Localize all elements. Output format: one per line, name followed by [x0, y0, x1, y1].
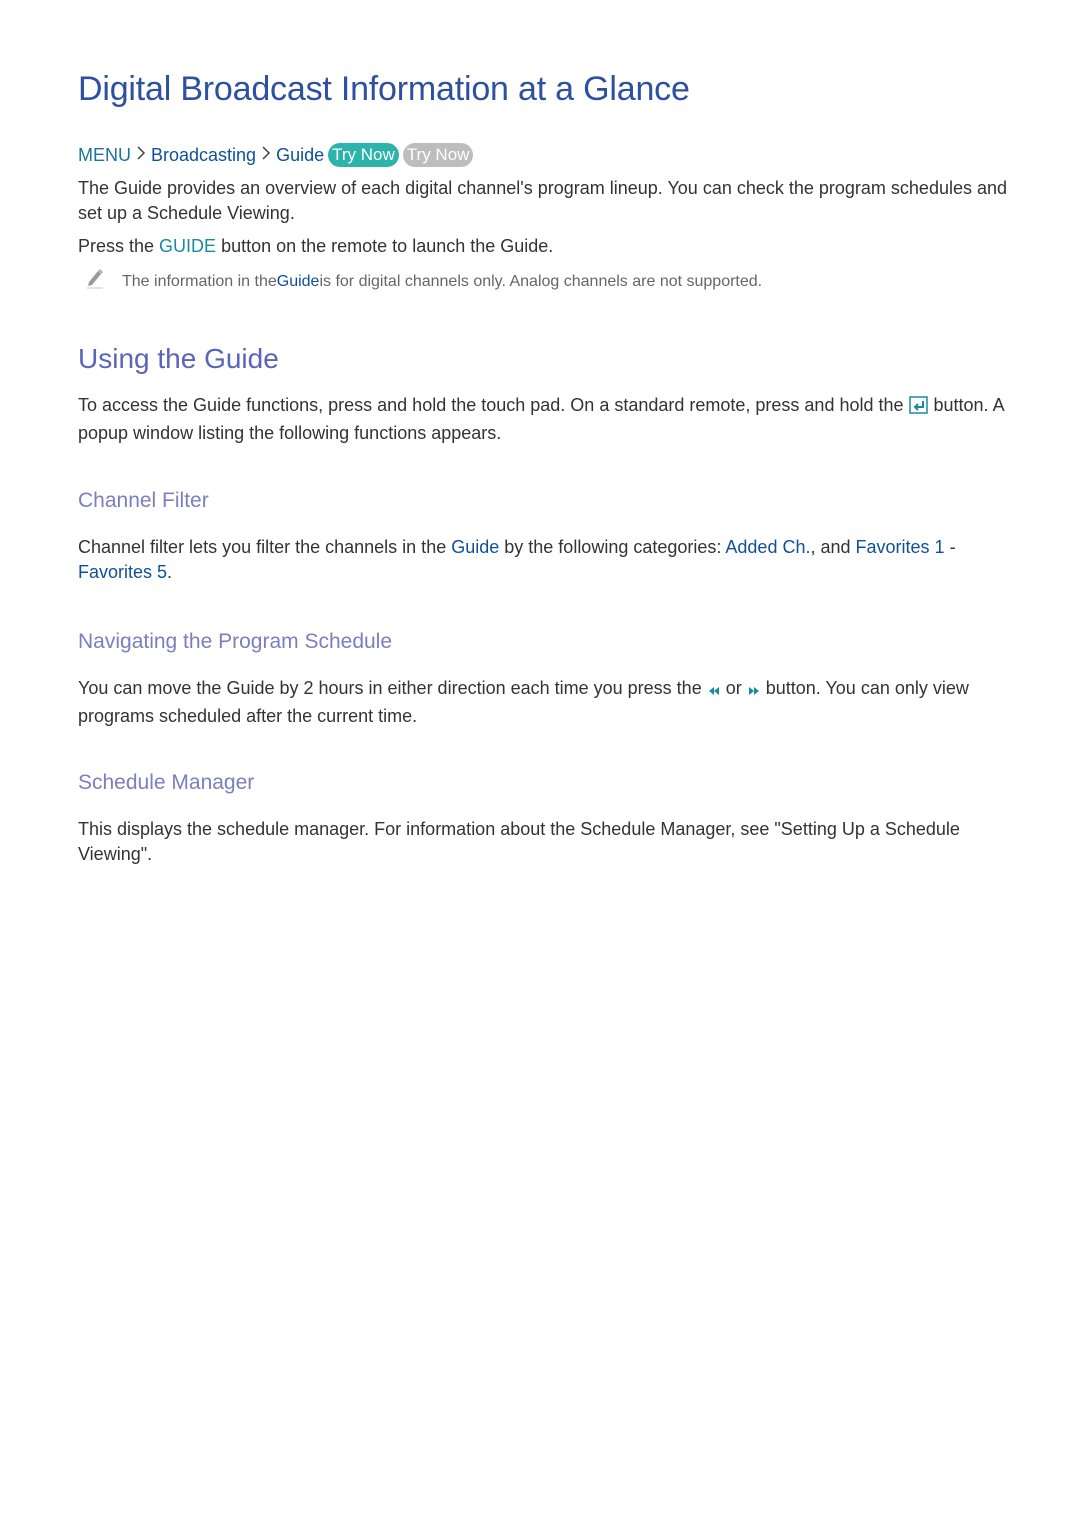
try-now-button-disabled[interactable]: Try Now: [402, 143, 474, 167]
chevron-right-icon: [256, 145, 276, 165]
subheading-schedule-manager: Schedule Manager: [78, 771, 255, 794]
enter-button-icon: [908, 396, 929, 421]
breadcrumb-broadcasting[interactable]: Broadcasting: [151, 145, 256, 166]
schedule-manager-paragraph: This displays the schedule manager. For …: [78, 819, 960, 864]
breadcrumb: MENU Broadcasting Guide Try Now Try Now: [78, 143, 474, 167]
section-heading-using-guide: Using the Guide: [78, 343, 279, 374]
page-title: Digital Broadcast Information at a Glanc…: [78, 70, 690, 108]
text: .: [167, 562, 173, 582]
text: , and: [810, 537, 856, 557]
subheading-channel-filter: Channel Filter: [78, 489, 209, 512]
try-now-button[interactable]: Try Now: [328, 143, 399, 167]
favorites-5-link[interactable]: Favorites 5: [78, 562, 167, 582]
text: To access the Guide functions, press and…: [78, 395, 909, 415]
navigating-paragraph: You can move the Guide by 2 hours in eit…: [78, 676, 1008, 729]
text: Channel filter lets you filter the chann…: [78, 537, 452, 557]
text: You can move the Guide by 2 hours in eit…: [78, 678, 707, 698]
fast-forward-icon: [747, 679, 761, 704]
note-text: The information in the: [122, 273, 277, 290]
note-text: is for digital channels only. Analog cha…: [319, 273, 763, 290]
text: or: [720, 678, 747, 698]
text: Press the: [78, 236, 160, 256]
favorites-1-link[interactable]: Favorites 1: [856, 537, 945, 557]
guide-link[interactable]: Guide: [451, 537, 499, 557]
note: The information in the Guide is for digi…: [78, 269, 763, 293]
text: button on the remote to launch the Guide…: [216, 236, 554, 256]
rewind-icon: [707, 679, 721, 704]
guide-button-paragraph: Press the GUIDE button on the remote to …: [78, 234, 1008, 259]
note-guide-link[interactable]: Guide: [277, 273, 320, 291]
pencil-icon: [78, 269, 122, 293]
text: -: [944, 537, 956, 557]
breadcrumb-guide[interactable]: Guide: [276, 145, 324, 166]
added-ch-link[interactable]: Added Ch.: [725, 537, 810, 557]
intro-paragraph: The Guide provides an overview of each d…: [78, 178, 1008, 223]
guide-key-label: GUIDE: [159, 236, 217, 256]
using-guide-paragraph: To access the Guide functions, press and…: [78, 393, 1008, 446]
chevron-right-icon: [131, 145, 151, 165]
subheading-navigating: Navigating the Program Schedule: [78, 630, 393, 653]
text: by the following categories:: [499, 537, 726, 557]
channel-filter-paragraph: Channel filter lets you filter the chann…: [78, 535, 1008, 585]
breadcrumb-menu[interactable]: MENU: [78, 145, 131, 166]
